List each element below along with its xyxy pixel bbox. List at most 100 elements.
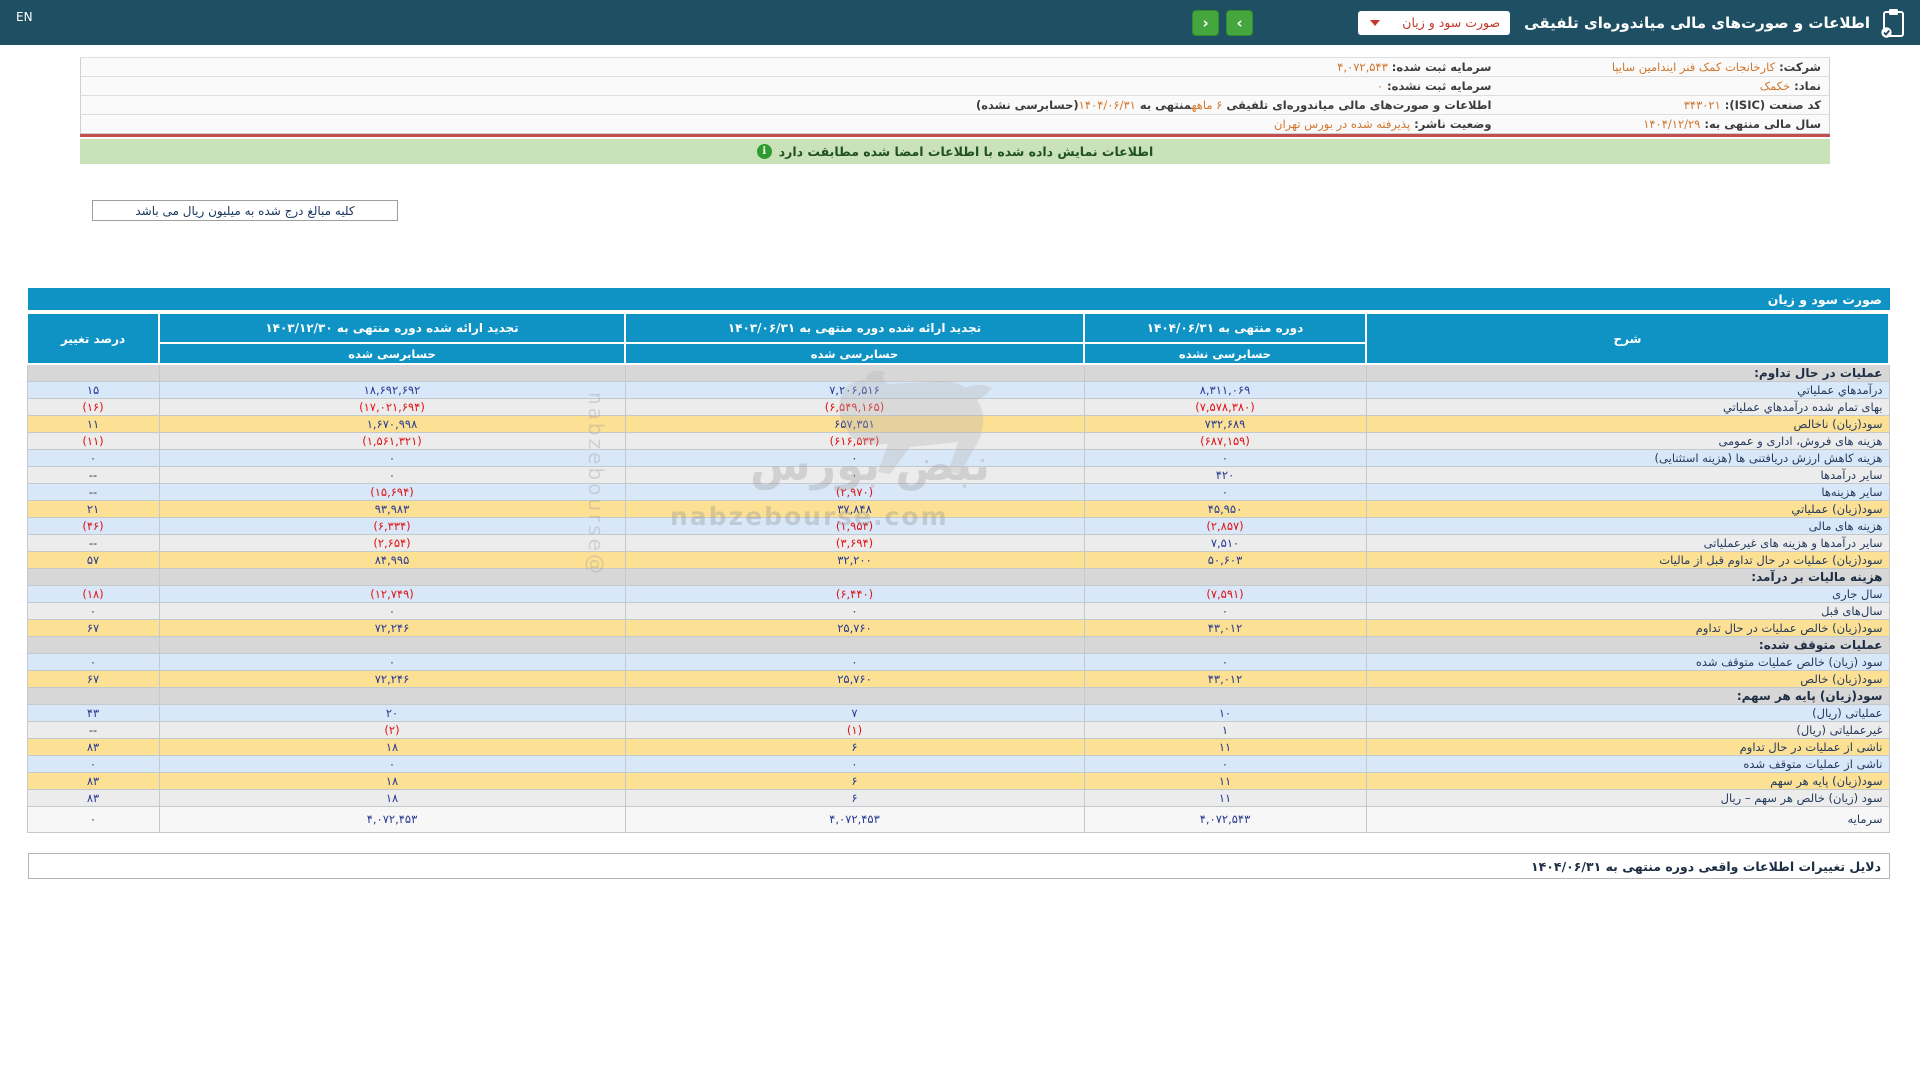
cell-value: (۶,۵۴۹,۱۶۵) [824,399,885,414]
data-row: سود(زيان) عملياتي ۴۵,۹۵۰ ۳۷,۸۴۸ ۹۳,۹۸۳ ۲۱ [26,499,1890,518]
next-statement-button[interactable]: › [1226,9,1254,36]
row-label: عملیات در حال تداوم: [1365,363,1890,382]
col-current-period-header: دوره منتهی به ۱۴۰۴/۰۶/۳۱ [1083,312,1367,344]
info-icon: i [756,144,772,159]
cell-value: ۷۳۲,۶۸۹ [1204,416,1246,431]
page-title: اطلاعات و صورت‌های مالی میاندوره‌ای تلفی… [1524,13,1870,32]
statement-title-bar: صورت سود و زیان [28,288,1890,310]
info-value: ۳۴۳۰۲۱ [1683,98,1721,112]
row-label: سرمایه [1365,805,1890,833]
info-value: پذیرفته شده در بورس تهران [1274,117,1411,131]
value-cell [158,686,626,705]
info-label: شرکت: [1775,60,1821,74]
cell-value: (۱۲,۷۴۹) [370,586,414,601]
change-cell: ۶۷ [26,618,160,637]
row-label: غیرعملیاتی (ریال) [1365,720,1890,739]
info-label: سرمایه ثبت نشده: [1383,79,1492,93]
section-row: هزینه مالیات بر درآمد: [26,567,1890,586]
value-cell: ۰ [158,652,626,671]
value-cell: ۱۸ [158,788,626,807]
cell-value: (۶,۳۳۴) [373,518,411,533]
cell-value: (۱۸) [82,586,104,601]
value-cell: ۷,۵۱۰ [1083,533,1367,552]
value-cell [624,635,1085,654]
cell-value: ۴۵,۹۵۰ [1207,501,1243,516]
cell-value: ۱۸ [385,773,399,788]
value-cell [624,363,1085,382]
info-cell-left: وضعیت ناشر: پذیرفته شده در بورس تهران [80,114,1500,134]
value-cell: ۰ [624,465,1085,484]
cell-value: (۱) [846,722,863,737]
value-cell: ۴۲۰ [1083,465,1367,484]
cell-value: (۲,۸۵۷) [1206,518,1244,533]
info-label: منتهی به [1135,98,1192,112]
value-cell: ۰ [1083,448,1367,467]
cell-value: ۰ [388,654,396,669]
cell-value: ۲۵,۷۶۰ [837,620,872,635]
income-statement-table: شرح دوره منتهی به ۱۴۰۴/۰۶/۳۱ تجدید ارائه… [26,312,1890,833]
info-value: ۱۴۰۴/۰۶/۳۱ [1078,98,1136,112]
chevron-left-icon: ‹ [1202,13,1209,32]
prev-statement-button[interactable]: ‹ [1192,9,1220,36]
value-cell: ۴,۰۷۲,۴۵۳ [158,805,626,833]
change-cell: ۶۷ [26,669,160,688]
row-label: سود (زیان) خالص عملیات متوقف شده [1365,652,1890,671]
cell-value: -- [88,467,98,482]
row-label: هزینه مالیات بر درآمد: [1365,567,1890,586]
cell-value: ۰ [89,756,97,771]
data-row: سود(زیان) خالص عملیات در حال تداوم ۴۳,۰۱۲… [26,618,1890,637]
row-label: ناشی از عملیات در حال تداوم [1365,737,1890,756]
data-row: سایر درآمدها ۴۲۰ ۰ ۰ -- [26,465,1890,484]
value-cell: ۴۳,۰۱۲ [1083,618,1367,637]
value-cell: ۰ [158,448,626,467]
cell-value: ۷,۲۰۶,۵۱۶ [829,382,880,397]
value-cell [1083,363,1367,382]
cell-value: (۱,۵۶۱,۳۲۱) [362,433,422,448]
cell-value: ۶ [851,739,858,754]
value-cell: ۰ [1083,482,1367,501]
value-cell: ۵۰,۶۰۳ [1083,550,1367,569]
cell-value: -- [88,535,98,550]
change-reasons-bar: دلایل تغییرات اطلاعات واقعی دوره منتهی ب… [28,853,1890,879]
value-cell [624,567,1085,586]
value-cell: ۲۵,۷۶۰ [624,618,1085,637]
data-row: ناشی از عملیات متوقف شده ۰ ۰ ۰ ۰ [26,754,1890,773]
topbar-right-group: اطلاعات و صورت‌های مالی میاندوره‌ای تلفی… [1185,8,1906,38]
cell-value: ۴۳,۰۱۲ [1207,671,1243,686]
language-toggle-en[interactable]: EN [16,10,33,24]
statement-dropdown[interactable]: صورت سود و زیان [1358,10,1511,35]
value-cell: ۷۲,۲۴۶ [158,618,626,637]
currency-unit-note: کلیه مبالغ درج شده به میلیون ریال می باش… [92,200,398,221]
cell-value: ۳۷,۸۴۸ [837,501,872,516]
value-cell: ۰ [158,601,626,620]
cell-value: ۴۳,۰۱۲ [1207,620,1243,635]
cell-value: ۰ [388,756,396,771]
change-cell: ۲۱ [26,499,160,518]
cell-value: ۲۱ [86,501,100,516]
value-cell: (۳,۶۹۴) [624,533,1085,552]
cell-value: (۲,۹۷۰) [835,484,874,499]
cell-value: ۰ [851,654,858,669]
cell-value: ۱۱ [86,416,100,431]
value-cell: (۱۲,۷۴۹) [158,584,626,603]
row-label: ناشی از عملیات متوقف شده [1365,754,1890,773]
value-cell: ۷۲,۲۴۶ [158,669,626,688]
change-cell: -- [26,482,160,501]
cell-value: ۶ [851,790,858,805]
info-cell-right: شرکت: کارخانجات کمک فنر ایندامین سایپا [1499,57,1830,77]
data-row: درآمدهاي عملياتي ۸,۳۱۱,۰۶۹ ۷,۲۰۶,۵۱۶ ۱۸,۶۹۲… [26,380,1890,399]
cell-value: ۶۵۷,۳۵۱ [834,416,875,431]
cell-value: ۱۱ [1218,739,1232,754]
cell-value: ۰ [388,467,396,482]
data-row: سود(زيان) ناخالص ۷۳۲,۶۸۹ ۶۵۷,۳۵۱ ۱,۶۷۰,۹۹۸ ۱… [26,414,1890,433]
value-cell: (۲,۹۷۰) [624,482,1085,501]
info-value: کارخانجات کمک فنر ایندامین سایپا [1611,60,1776,74]
value-cell: ۸۴,۹۹۵ [158,550,626,569]
data-row: سود (زیان) خالص هر سهم – ریال ۱۱ ۶ ۱۸ ۸۳ [26,788,1890,807]
info-value: ۱۴۰۴/۱۲/۲۹ [1643,117,1701,131]
cell-value: ۰ [89,812,97,826]
cell-value: (۴۶) [82,518,104,533]
cell-value: ۴۲۰ [1215,467,1235,482]
cell-value: ۵۷ [86,552,100,567]
data-row: سود(زیان) عملیات در حال تداوم قبل از مال… [26,550,1890,569]
